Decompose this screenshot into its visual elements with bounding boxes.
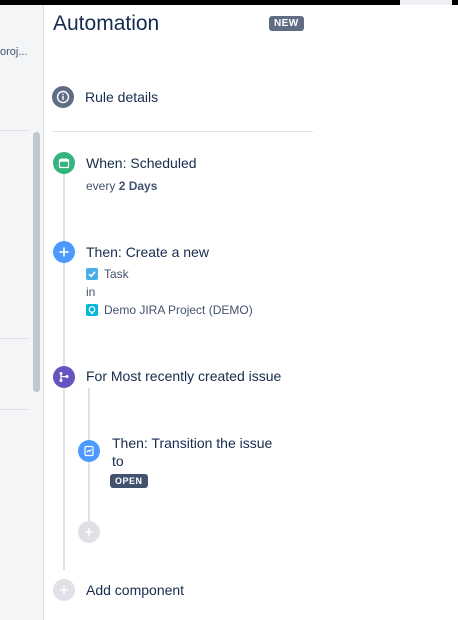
left-divider: [0, 409, 30, 410]
issue-type-label: Task: [104, 267, 129, 281]
transition-label-line1: Then: Transition the issue: [112, 435, 273, 451]
add-icon: [53, 579, 75, 601]
left-panel-snippet: oroj...: [0, 46, 28, 58]
section-divider: [53, 131, 313, 132]
add-branch-component-button[interactable]: [78, 521, 100, 543]
checkbox-icon: [86, 268, 98, 280]
trigger-schedule: every 2 Days: [86, 179, 157, 193]
rule-details-label: Rule details: [85, 89, 159, 105]
create-issue-label: Then: Create a new: [86, 244, 209, 260]
left-divider: [0, 130, 30, 131]
left-panel: oroj...: [0, 5, 44, 620]
schedule-value: 2 Days: [118, 179, 158, 193]
schedule-prefix: every: [86, 179, 116, 193]
scrollbar-thumb[interactable]: [33, 132, 40, 392]
add-icon: [85, 528, 93, 536]
project-icon: [86, 304, 98, 316]
in-label: in: [86, 285, 96, 299]
transition-icon: [78, 440, 100, 462]
new-badge: NEW: [269, 16, 304, 31]
left-divider: [0, 338, 30, 339]
transition-label-line2: to: [112, 453, 124, 469]
status-lozenge: OPEN: [110, 474, 148, 488]
project-name[interactable]: Demo JIRA Project (DEMO): [104, 303, 253, 317]
add-component-label: Add component: [86, 582, 185, 598]
branch-icon: [53, 366, 75, 388]
top-bar-tab: [400, 0, 452, 5]
page-title: Automation: [53, 12, 160, 35]
info-icon: [52, 86, 74, 108]
rule-details-item[interactable]: Rule details: [48, 82, 308, 112]
branch-label: For Most recently created issue: [86, 368, 282, 384]
top-bar: [0, 0, 458, 5]
plus-icon: [53, 241, 75, 263]
trigger-label: When: Scheduled: [86, 155, 197, 171]
calendar-icon: [53, 152, 75, 174]
